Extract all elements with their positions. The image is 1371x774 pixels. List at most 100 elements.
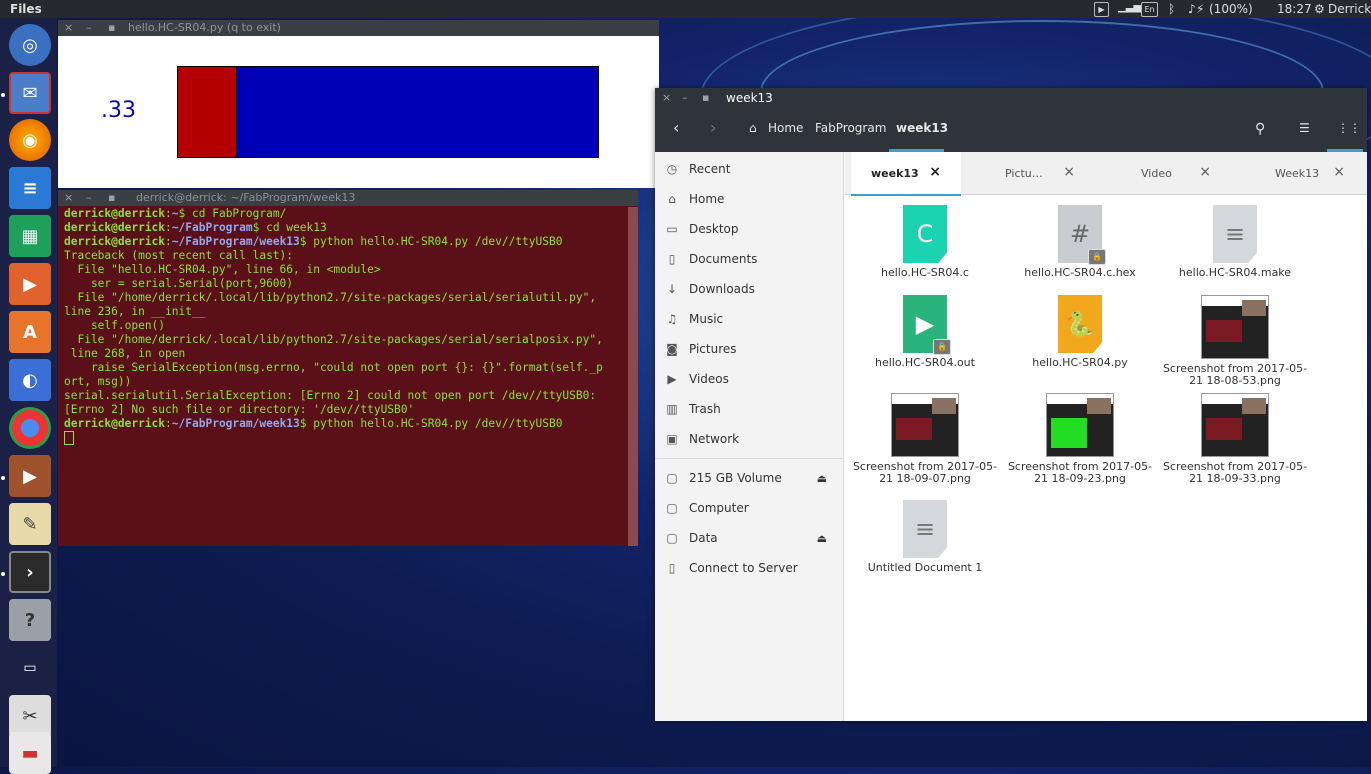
active-app-name: Files: [10, 2, 42, 16]
help-icon[interactable]: ?: [9, 599, 51, 641]
file-item[interactable]: # 🔒 hello.HC-SR04.c.hex: [1005, 205, 1155, 279]
clock[interactable]: 18:27: [1277, 2, 1312, 16]
breadcrumb-fabprogram[interactable]: FabProgram: [815, 121, 886, 135]
writer-icon[interactable]: ≡: [9, 167, 51, 209]
firefox-icon[interactable]: ◉: [9, 119, 51, 161]
user-name[interactable]: Derrick: [1328, 2, 1371, 16]
file-item[interactable]: ≡ hello.HC-SR04.make: [1160, 205, 1310, 279]
network-signal-icon[interactable]: ▁▃▅: [1118, 2, 1141, 13]
breadcrumb-week13[interactable]: week13: [896, 121, 948, 135]
bluetooth-icon[interactable]: ᛒ: [1168, 2, 1175, 16]
forward-icon[interactable]: ›: [710, 118, 716, 137]
back-icon[interactable]: ‹: [673, 118, 679, 137]
image-thumbnail-icon: [1201, 295, 1269, 359]
mail-icon[interactable]: ✉: [9, 72, 51, 114]
sidebar-item-label: Music: [689, 312, 724, 326]
tab-close-icon[interactable]: ×: [1063, 164, 1075, 180]
terminal-line: serial.serialutil.SerialException: [Errn…: [64, 389, 597, 402]
video-player-icon[interactable]: ▶: [9, 455, 51, 497]
file-item[interactable]: Screenshot from 2017-05-21 18-09-07.png: [850, 393, 1000, 485]
terminal-window[interactable]: × – ▪ derrick@derrick: ~/FabProgram/week…: [58, 190, 638, 546]
power-icon[interactable]: ⚙: [1314, 2, 1325, 16]
prompt-separator: :: [165, 235, 172, 248]
tab-close-icon[interactable]: ×: [929, 164, 941, 180]
file-item[interactable]: Screenshot from 2017-05-21 18-08-53.png: [1160, 295, 1310, 387]
sidebar-item-documents[interactable]: ▯ Documents: [665, 244, 835, 274]
terminal-icon[interactable]: ›: [9, 551, 51, 593]
sidebar-item-network[interactable]: ▣ Network: [665, 424, 835, 454]
tab-video[interactable]: Video ×: [1121, 152, 1231, 194]
breadcrumb-home[interactable]: Home: [768, 121, 803, 135]
sidebar-item-data[interactable]: ▢ Data ⏏: [665, 523, 835, 553]
sidebar-item-music[interactable]: ♫ Music: [665, 304, 835, 334]
sidebar-item-videos[interactable]: ▶ Videos: [665, 364, 835, 394]
tab-pictu[interactable]: Pictu… ×: [985, 152, 1095, 194]
sidebar-item-215-gb-volume[interactable]: ▢ 215 GB Volume ⏏: [665, 463, 835, 493]
file-item[interactable]: Chello.HC-SR04.c: [850, 205, 1000, 279]
file-item[interactable]: Screenshot from 2017-05-21 18-09-23.png: [1005, 393, 1155, 485]
tab-week13[interactable]: Week13 ×: [1255, 152, 1365, 194]
tab-close-icon[interactable]: ×: [1199, 164, 1211, 180]
home-icon[interactable]: ⌂: [749, 121, 757, 135]
sidebar-item-pictures[interactable]: ◙ Pictures: [665, 334, 835, 364]
minimize-button[interactable]: –: [86, 20, 92, 36]
terminal-scrollbar[interactable]: [628, 207, 638, 546]
eject-icon[interactable]: ⏏: [817, 532, 827, 545]
thumbnail-detail: [1242, 300, 1266, 316]
terminal-cursor[interactable]: [64, 431, 74, 445]
search-icon[interactable]: ⚲: [1255, 121, 1265, 137]
terminal-line: raise SerialException(msg.errno, "could …: [64, 361, 603, 374]
chrome-icon[interactable]: [9, 407, 51, 449]
sidebar-item-trash[interactable]: ▥ Trash: [665, 394, 835, 424]
keyboard-layout-indicator[interactable]: En: [1141, 2, 1158, 17]
battery-icon[interactable]: ⚡: [1196, 2, 1204, 16]
sidebar-item-recent[interactable]: ◷ Recent: [665, 154, 835, 184]
impress-icon[interactable]: ▶: [9, 263, 51, 305]
minimize-button[interactable]: –: [682, 88, 688, 108]
audio-icon[interactable]: ♪: [1188, 2, 1196, 16]
minimize-button[interactable]: –: [86, 190, 92, 206]
ubuntu-dash-icon[interactable]: ◎: [9, 24, 51, 66]
video-icon: ▶: [667, 372, 677, 386]
folder-icon: ▭: [666, 222, 678, 236]
terminal-output[interactable]: derrick@derrick:~$ cd FabProgram/derrick…: [64, 207, 624, 445]
tab-week13[interactable]: week13 ×: [851, 152, 961, 196]
close-button[interactable]: ×: [662, 88, 671, 108]
maximize-button[interactable]: ▪: [108, 20, 115, 36]
maximize-button[interactable]: ▪: [702, 88, 709, 108]
file-manager-window: × – ▪ week13 ‹ › ⌂ Home FabProgram week1…: [655, 88, 1367, 721]
text-editor-icon[interactable]: ✎: [9, 503, 51, 545]
trash-launcher-icon[interactable]: ▬: [9, 732, 51, 774]
terminal-line: self.open(): [64, 319, 166, 332]
file-item[interactable]: Screenshot from 2017-05-21 18-09-33.png: [1160, 393, 1310, 485]
prompt-command: $ python hello.HC-SR04.py /dev//ttyUSB0: [299, 417, 563, 430]
running-indicator: [1, 476, 5, 480]
terminal-line: derrick@derrick:~/FabProgram/week13$ pyt…: [64, 235, 624, 249]
tab-label: Pictu…: [1005, 167, 1043, 180]
sidebar-item-desktop[interactable]: ▭ Desktop: [665, 214, 835, 244]
workspace-switcher-icon[interactable]: ▭: [9, 647, 51, 689]
battery-percentage[interactable]: (100%): [1209, 2, 1253, 16]
close-button[interactable]: ×: [64, 20, 73, 36]
eject-icon[interactable]: ⏏: [817, 472, 827, 485]
image-thumbnail-icon: [891, 393, 959, 457]
calc-icon[interactable]: ▦: [9, 215, 51, 257]
home-icon: ⌂: [668, 192, 676, 206]
media-indicator-icon[interactable]: ▶: [1094, 2, 1109, 17]
file-item[interactable]: ≡ Untitled Document 1: [850, 500, 1000, 574]
grid-view-icon[interactable]: ⋮⋮: [1337, 121, 1361, 135]
sidebar-item-downloads[interactable]: ↓ Downloads: [665, 274, 835, 304]
sidebar-item-connect-to-server[interactable]: ▯ Connect to Server: [665, 553, 835, 583]
installer-icon[interactable]: ✂: [9, 695, 51, 737]
close-button[interactable]: ×: [64, 190, 73, 206]
file-item[interactable]: ▶ 🔒 hello.HC-SR04.out: [850, 295, 1000, 369]
sidebar-item-computer[interactable]: ▢ Computer: [665, 493, 835, 523]
sidebar-item-home[interactable]: ⌂ Home: [665, 184, 835, 214]
file-item[interactable]: 🐍 hello.HC-SR04.py: [1005, 295, 1155, 369]
settings-toggle-icon[interactable]: ◐: [9, 359, 51, 401]
tab-close-icon[interactable]: ×: [1333, 164, 1345, 180]
list-view-icon[interactable]: ☰: [1299, 121, 1310, 135]
software-center-icon[interactable]: A: [9, 311, 51, 353]
maximize-button[interactable]: ▪: [108, 190, 115, 206]
file-name: hello.HC-SR04.c.hex: [1024, 266, 1136, 279]
